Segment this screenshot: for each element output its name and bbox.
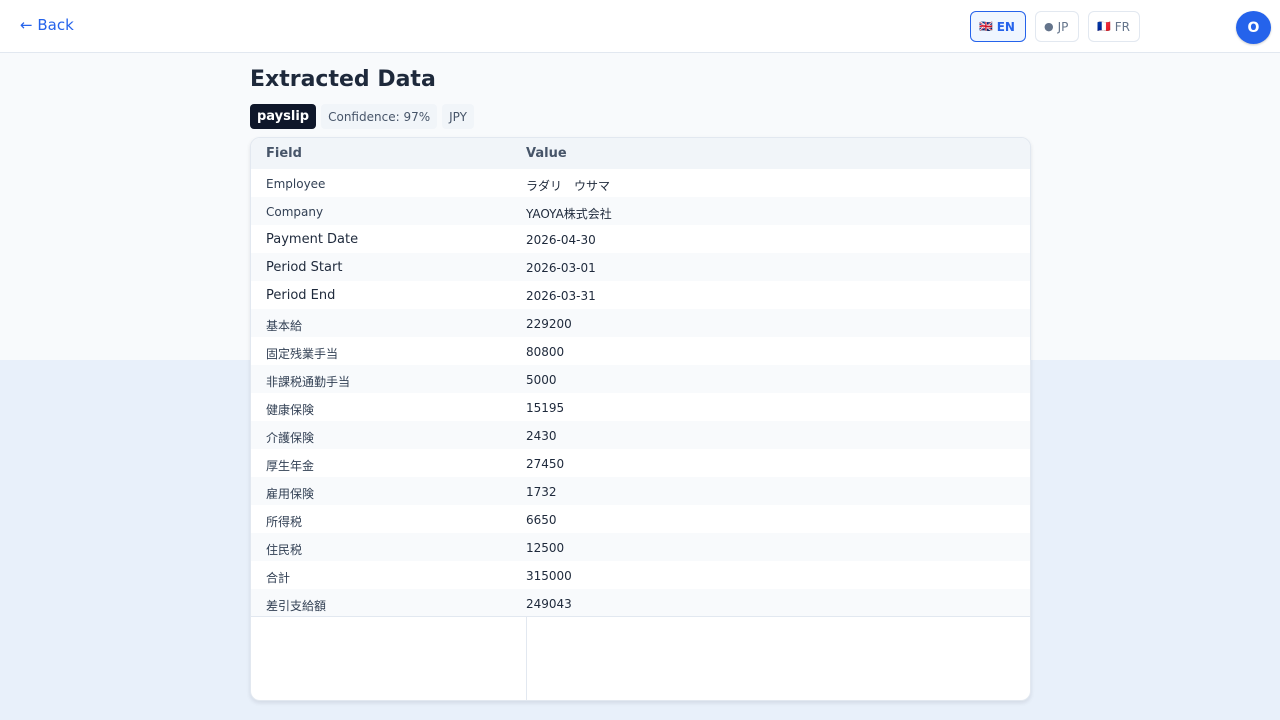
table-row: 所得税 6650 <box>251 505 1030 533</box>
table-row: 非課税通勤手当 5000 <box>251 365 1030 393</box>
value-column-header: Value <box>526 146 567 161</box>
value-cell: 2430 <box>526 429 557 443</box>
table-row: Period End 2026-03-31 <box>251 281 1030 309</box>
page-title: Extracted Data <box>250 67 436 92</box>
field-cell: Company <box>266 205 324 219</box>
table-row: 差引支給額 249043 <box>251 589 1030 617</box>
field-cell: 健康保険 <box>266 403 315 417</box>
language-en-label: EN <box>996 19 1015 34</box>
document-badges: payslip Confidence: 97% JPY <box>250 104 474 129</box>
value-cell: 2026-03-31 <box>526 289 596 303</box>
language-jp-label: JP <box>1057 19 1069 34</box>
table-row: Employee ラダリ ウサマ <box>251 169 1030 197</box>
uk-flag-icon: 🇬🇧 <box>979 20 993 33</box>
field-cell: 厚生年金 <box>266 459 315 473</box>
value-cell: 5000 <box>526 373 557 387</box>
field-cell: 非課税通勤手当 <box>266 375 351 389</box>
field-cell: 基本給 <box>266 319 303 333</box>
field-cell: 雇用保険 <box>266 487 315 501</box>
language-en-button[interactable]: 🇬🇧 EN <box>970 11 1026 42</box>
field-cell: 合計 <box>266 571 291 585</box>
table-row: 雇用保険 1732 <box>251 477 1030 505</box>
value-cell: 229200 <box>526 317 572 331</box>
confidence-badge: Confidence: 97% <box>321 104 438 129</box>
table-row: 固定残業手当 80800 <box>251 337 1030 365</box>
table-row: 厚生年金 27450 <box>251 449 1030 477</box>
field-cell: 差引支給額 <box>266 599 327 613</box>
back-link[interactable]: ← Back <box>20 16 74 34</box>
value-cell: 1732 <box>526 485 557 499</box>
value-cell: 2026-04-30 <box>526 233 596 247</box>
value-cell: 2026-03-01 <box>526 261 596 275</box>
value-cell: ラダリ ウサマ <box>526 179 611 193</box>
france-flag-icon: 🇫🇷 <box>1097 20 1111 33</box>
user-avatar[interactable]: O <box>1236 11 1271 44</box>
field-cell: 介護保険 <box>266 431 315 445</box>
value-cell: YAOYA株式会社 <box>526 207 612 221</box>
top-bar: ← Back 🇬🇧 EN ● JP 🇫🇷 FR O <box>0 0 1280 53</box>
value-cell: 249043 <box>526 597 572 611</box>
document-type-badge: payslip <box>250 104 317 129</box>
field-column-header: Field <box>266 146 302 161</box>
field-cell: Period Start <box>266 260 343 275</box>
table-body: Employee ラダリ ウサマ Company YAOYA株式会社 Payment D… <box>251 169 1030 617</box>
field-cell: 所得税 <box>266 515 303 529</box>
field-cell: Period End <box>266 288 336 303</box>
table-row: 合計 315000 <box>251 561 1030 589</box>
field-cell: 住民税 <box>266 543 303 557</box>
value-cell: 27450 <box>526 457 565 471</box>
table-row: 健康保険 15195 <box>251 393 1030 421</box>
field-cell: Payment Date <box>266 232 359 247</box>
value-cell: 80800 <box>526 345 565 359</box>
field-cell: Employee <box>266 177 326 191</box>
language-fr-label: FR <box>1114 19 1130 34</box>
value-cell: 12500 <box>526 541 565 555</box>
table-row: 介護保険 2430 <box>251 421 1030 449</box>
language-fr-button[interactable]: 🇫🇷 FR <box>1088 11 1140 42</box>
extracted-data-table: Field Value Employee ラダリ ウサマ Company YAOYA株… <box>250 137 1031 701</box>
japan-flag-icon: ● <box>1044 20 1054 33</box>
table-row: Company YAOYA株式会社 <box>251 197 1030 225</box>
language-jp-button[interactable]: ● JP <box>1035 11 1079 42</box>
table-row: 基本給 229200 <box>251 309 1030 337</box>
table-row: Payment Date 2026-04-30 <box>251 225 1030 253</box>
value-cell: 315000 <box>526 569 572 583</box>
currency-badge: JPY <box>442 104 474 129</box>
value-cell: 6650 <box>526 513 557 527</box>
table-row: 住民税 12500 <box>251 533 1030 561</box>
field-cell: 固定残業手当 <box>266 347 339 361</box>
value-cell: 15195 <box>526 401 565 415</box>
table-row: Period Start 2026-03-01 <box>251 253 1030 281</box>
table-header: Field Value <box>251 138 1030 169</box>
